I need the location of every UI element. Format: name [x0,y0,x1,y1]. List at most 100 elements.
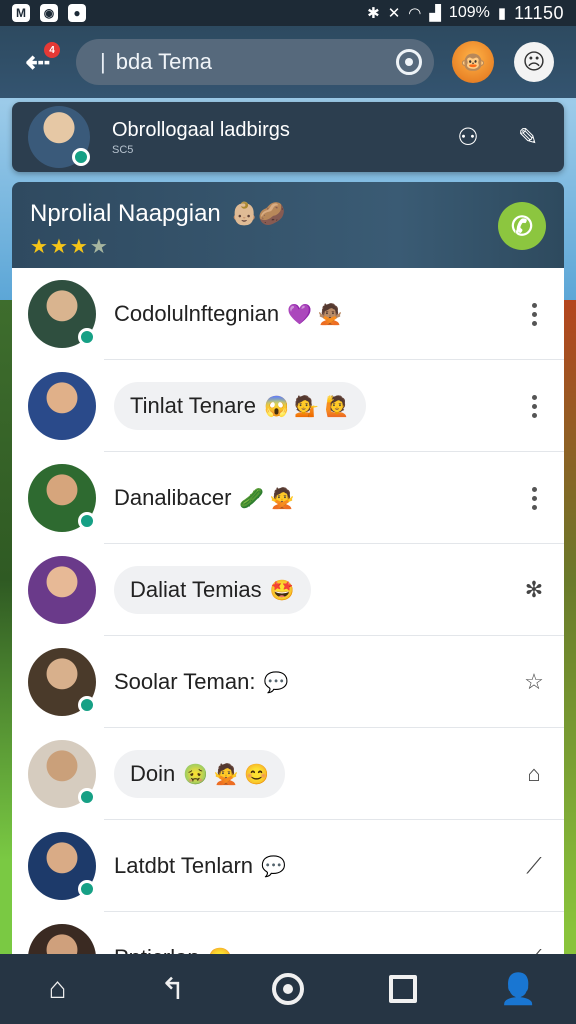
contact-label: Tinlat Tenare 😱 💁 🙋 [114,382,366,430]
group-emoji: 👶🏼🥔 [230,201,286,226]
message-notification-icon: ● [68,4,86,22]
contact-name: Danalibacer [114,485,232,510]
rating-stars: ★★★★ [30,234,546,259]
profile-button[interactable]: 👤 [490,961,546,1017]
contact-emoji: 🤢 🙅 😊 [183,763,270,786]
contact-label: Doin 🤢 🙅 😊 [114,750,286,798]
home-circle-icon [271,973,304,1005]
online-status-icon [78,696,96,714]
back-nav-button[interactable]: ↰ [145,961,201,1017]
battery-icon: ▮ [497,5,507,22]
bluetooth-icon: ✱ [367,5,380,22]
edit-pencil-icon[interactable]: ✎ [508,117,548,157]
contact-name: Latdbt Tenlarn [114,853,254,878]
contact-avatar[interactable] [28,648,96,716]
contact-avatar[interactable] [28,740,96,808]
bottom-navigation: ⌂ ↰ 👤 [0,954,576,1024]
online-status-icon [78,512,96,530]
more-vert-icon[interactable] [520,294,548,334]
contact-emoji: 🥒 🙅 [239,487,295,510]
contact-avatar[interactable] [28,280,96,348]
contact-emoji: 😱 💁 🙋 [263,395,350,418]
contact-row[interactable]: Latdbt Tenlarn 💬 ⟋ [12,820,564,912]
star-icon: ★ [49,236,70,258]
contact-emoji: 💬 [261,855,286,878]
contact-list: Codolulnftegnian 💜 🙅🏽 Tinlat Tenare 😱 💁 🙋 Da… [12,268,564,954]
contact-row[interactable]: Soolar Teman: 💬 ☆ [12,636,564,728]
background-right-edge [562,300,576,1000]
pin-icon[interactable]: ⟋ [520,938,548,954]
return-arrow-icon: ↰ [160,972,186,1006]
phone-icon: ✆ [511,210,533,241]
mascot-avatar-button[interactable]: 🐵 [452,41,494,83]
status-bar: M ◉ ● ✱ ✕ ◠ ▟ 109% ▮ 11150 [0,0,576,26]
contact-label: Codolulnftegnian 💜 🙅🏽 [114,290,343,338]
online-status-icon [72,148,90,166]
contact-label: Soolar Teman: 💬 [114,658,288,706]
app-notification-icon: ◉ [40,4,58,22]
contact-label: Latdbt Tenlarn 💬 [114,842,286,890]
contact-label: Danalibacer 🥒 🙅 [114,474,295,522]
contact-row[interactable]: Daliat Temias 🤩 ✻ [12,544,564,636]
target-icon[interactable] [396,49,422,75]
contact-row[interactable]: Doin 🤢 🙅 😊 ⌂ [12,728,564,820]
recents-square-icon [389,975,418,1003]
contact-name: Soolar Teman: [114,669,256,694]
home-icon: ⌂ [48,972,67,1005]
contact-name: Doin [130,761,176,786]
contact-avatar[interactable] [28,372,96,440]
mute-icon: ✕ [387,5,401,22]
group-header: Nprolial Naapgian 👶🏼🥔 ★★★★ ✆ [12,182,564,268]
online-status-icon [78,788,96,806]
home-button[interactable]: ⌂ [30,961,86,1017]
online-status-icon [78,328,96,346]
sad-face-button[interactable]: ☹ [514,42,554,82]
call-button[interactable]: ✆ [498,202,546,250]
edit-tag-icon[interactable]: ⌂ [520,754,548,794]
more-vert-icon[interactable] [520,478,548,518]
contact-emoji: 💜 🙅🏽 [287,303,343,326]
contact-avatar[interactable] [28,464,96,532]
star-icon: ★ [89,236,110,258]
contact-name: Daliat Temias [130,577,262,602]
profile-card[interactable]: Obrollogaal ladbirgs SC5 ⚇ ✎ [12,102,564,172]
search-value: bda Tema [115,49,212,74]
pin-icon[interactable]: ⟋ [520,846,548,886]
contact-avatar[interactable] [28,832,96,900]
drag-dots-icon[interactable] [520,386,548,426]
clock: 11150 [514,2,564,23]
notification-badge: 4 [44,42,60,58]
person-icon: 👤 [499,972,538,1006]
profile-avatar[interactable] [28,106,90,168]
puzzle-icon[interactable]: ✻ [520,570,548,610]
contact-row[interactable]: Codolulnftegnian 💜 🙅🏽 [12,268,564,360]
home-circle-button[interactable] [260,961,316,1017]
contact-name: Tinlat Tenare [130,393,256,418]
contact-avatar[interactable] [28,556,96,624]
profile-subtitle: SC5 [112,143,134,156]
text-cursor: | [100,49,106,74]
contact-emoji: 🤩 [269,579,295,602]
group-title: Nprolial Naapgian [30,200,221,227]
contact-label: Daliat Temias 🤩 [114,566,311,614]
search-input[interactable]: | bda Tema [76,39,434,85]
contact-row[interactable]: Danalibacer 🥒 🙅 [12,452,564,544]
people-icon[interactable]: ⚇ [448,117,488,157]
wifi-icon: ◠ [408,5,422,22]
star-icon[interactable]: ☆ [520,662,548,702]
recents-button[interactable] [375,961,431,1017]
contact-name: Pnticrlap [114,945,200,954]
back-button[interactable]: ⇠ 4 [16,40,60,84]
profile-name: Obrollogaal ladbirgs [112,118,290,141]
contact-emoji: 😊 [208,946,233,955]
star-icon: ★ [30,236,50,258]
gmail-notification-icon: M [12,4,30,22]
signal-icon: ▟ [429,5,441,22]
contact-name: Codolulnftegnian [114,301,280,326]
contact-row[interactable]: Tinlat Tenare 😱 💁 🙋 [12,360,564,452]
contact-emoji: 💬 [263,671,289,694]
contact-avatar[interactable] [28,924,96,954]
contact-label: Pnticrlap 😊 [114,934,233,954]
app-bar: ⇠ 4 | bda Tema 🐵 ☹ [0,26,576,98]
contact-row[interactable]: Pnticrlap 😊 ⟋ [12,912,564,954]
